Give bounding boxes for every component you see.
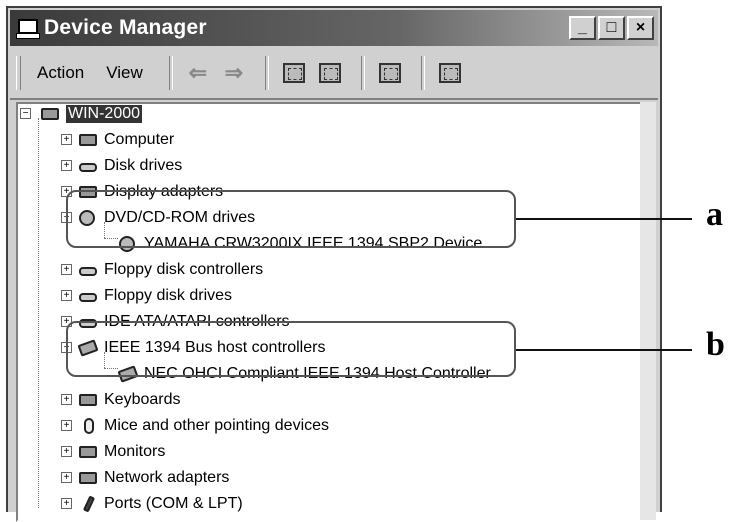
callout-label-a: a: [706, 196, 723, 233]
arrow-left-icon: ⇐: [188, 60, 208, 85]
expand-toggle-network[interactable]: +: [61, 472, 72, 483]
scan-hardware-button[interactable]: [435, 59, 465, 87]
expand-toggle-floppy-drives[interactable]: +: [61, 290, 72, 301]
title-bar[interactable]: Device Manager _ □ ×: [10, 10, 658, 46]
menu-view[interactable]: View: [100, 61, 149, 85]
tree-item-ports[interactable]: Ports (COM & LPT): [78, 491, 243, 517]
expand-toggle-monitors[interactable]: +: [61, 446, 72, 457]
item-label: Disk drives: [104, 157, 183, 174]
expand-toggle-mice[interactable]: +: [61, 420, 72, 431]
tree-item-keyboards[interactable]: Keyboards: [78, 387, 181, 413]
callout-leader-b: [516, 349, 692, 351]
computer-network-icon: [40, 105, 62, 123]
expand-toggle-disk-drives[interactable]: +: [61, 160, 72, 171]
item-label: Floppy disk drives: [104, 287, 233, 304]
root-collapse-toggle[interactable]: −: [20, 108, 31, 119]
item-label: Monitors: [104, 443, 166, 460]
properties-button[interactable]: [279, 59, 309, 87]
device-manager-window: Device Manager _ □ × Action View ⇐ ⇒ − W…: [6, 6, 662, 522]
item-label: Floppy disk controllers: [104, 261, 264, 278]
device-tree[interactable]: − WIN-2000 + Computer + Disk drives + Di…: [16, 102, 644, 522]
close-button[interactable]: ×: [627, 16, 654, 40]
maximize-button[interactable]: □: [598, 16, 625, 40]
help-icon: [378, 63, 401, 83]
callout-label-b: b: [706, 326, 725, 363]
vertical-scrollbar[interactable]: [640, 102, 656, 520]
item-label: Network adapters: [104, 469, 230, 486]
toolbar: Action View ⇐ ⇒: [10, 48, 658, 100]
minimize-button[interactable]: _: [569, 16, 596, 40]
expand-toggle-computer[interactable]: +: [61, 134, 72, 145]
tree-item-computer[interactable]: Computer: [78, 127, 174, 153]
tree-item-disk-drives[interactable]: Disk drives: [78, 153, 182, 179]
forward-button[interactable]: ⇒: [219, 59, 249, 87]
mouse-icon: [78, 417, 100, 435]
tree-item-floppy-disk-drives[interactable]: Floppy disk drives: [78, 283, 232, 309]
expand-toggle-ports[interactable]: +: [61, 498, 72, 509]
back-button[interactable]: ⇐: [183, 59, 213, 87]
menu-action[interactable]: Action: [31, 61, 90, 85]
computer-icon: [78, 131, 100, 149]
expand-toggle-floppy-controllers[interactable]: +: [61, 264, 72, 275]
toolbar-separator: [264, 56, 269, 90]
item-label: Mice and other pointing devices: [104, 417, 330, 434]
properties-icon: [282, 63, 305, 83]
tree-icon: [318, 63, 341, 83]
window-title: Device Manager: [44, 16, 207, 39]
toolbar-separator: [360, 56, 365, 90]
tree-item-monitors[interactable]: Monitors: [78, 439, 165, 465]
tree-root[interactable]: WIN-2000: [40, 104, 143, 127]
tree-item-floppy-disk-controllers[interactable]: Floppy disk controllers: [78, 257, 263, 283]
disk-drive-icon: [78, 157, 100, 175]
tree-item-mice[interactable]: Mice and other pointing devices: [78, 413, 329, 439]
floppy-controller-icon: [78, 261, 100, 279]
callout-box-a: [66, 190, 516, 248]
floppy-drive-icon: [78, 287, 100, 305]
root-label: WIN-2000: [66, 105, 143, 123]
expand-toggle-keyboards[interactable]: +: [61, 394, 72, 405]
callout-box-b: [66, 321, 516, 377]
device-manager-icon: [16, 18, 40, 39]
arrow-right-icon: ⇒: [224, 60, 244, 85]
toolbar-separator: [420, 56, 425, 90]
scan-hardware-icon: [438, 63, 461, 83]
item-label: Computer: [104, 131, 175, 148]
show-hide-tree-button[interactable]: [315, 59, 345, 87]
keyboard-icon: [78, 391, 100, 409]
item-label: Ports (COM & LPT): [104, 495, 243, 512]
callout-leader-a: [516, 218, 692, 220]
toolbar-grip[interactable]: [16, 56, 21, 90]
item-label: Keyboards: [104, 391, 181, 408]
tree-item-network-adapters[interactable]: Network adapters: [78, 465, 229, 491]
toolbar-separator: [168, 56, 173, 90]
network-adapter-icon: [78, 469, 100, 487]
port-icon: [78, 495, 100, 513]
help-button[interactable]: [375, 59, 405, 87]
monitor-icon: [78, 443, 100, 461]
